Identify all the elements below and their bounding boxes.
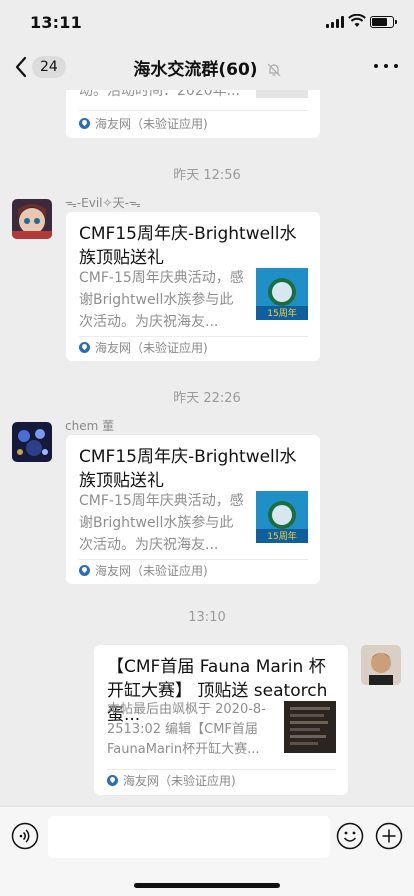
card-source-label: 海友网（未验证应用) [95, 564, 208, 578]
avatar[interactable] [12, 422, 52, 462]
thumb-text: 15周年 [267, 307, 296, 319]
bell-slash-icon [267, 63, 281, 77]
chat-title[interactable]: 海水交流群(60) [133, 60, 257, 80]
wifi-icon [348, 14, 366, 27]
app-source-icon [79, 342, 90, 353]
card-thumbnail: 15周年 [256, 268, 308, 320]
link-card[interactable]: CMF15周年庆-Brightwell水族顶贴送礼 CMF-15周年庆典活动，感… [66, 435, 320, 584]
message-input[interactable] [48, 816, 330, 858]
card-thumbnail [256, 90, 308, 98]
card-divider [107, 769, 336, 770]
input-bar [0, 806, 414, 896]
card-divider [79, 110, 308, 111]
home-indicator [134, 883, 280, 888]
chat-area[interactable]: 动。活动时间：2020年... 海友网（未验证应用) 昨天 12:56 ᯓ-Ev… [0, 90, 414, 806]
plus-icon[interactable] [375, 822, 403, 850]
battery-icon [370, 16, 397, 28]
app-source-icon [79, 565, 90, 576]
card-source: 海友网（未验证应用) [107, 771, 336, 791]
card-thumbnail [284, 701, 336, 753]
card-source-label: 海友网（未验证应用) [95, 117, 208, 131]
more-dots-icon[interactable] [374, 64, 398, 70]
link-card[interactable]: CMF15周年庆-Brightwell水族顶贴送礼 CMF-15周年庆典活动，感… [66, 212, 320, 361]
chat-title-wrap: 海水交流群(60) [0, 55, 414, 80]
timestamp: 昨天 22:26 [173, 391, 241, 406]
card-description: 动。活动时间：2020年... [79, 90, 240, 99]
cellular-signal-icon [326, 16, 346, 28]
nav-bar: 24 海水交流群(60) [0, 44, 414, 90]
card-title: CMF15周年庆-Brightwell水族顶贴送礼 [79, 447, 297, 491]
sender-name: chem 董 [65, 419, 115, 433]
card-source: 海友网（未验证应用) [79, 561, 308, 581]
thumb-text: 15周年 [267, 530, 296, 542]
voice-icon[interactable] [11, 822, 39, 850]
avatar[interactable] [361, 645, 401, 685]
sender-name: ᯓ-Evil✧天-ᯓ [65, 196, 141, 210]
status-time: 13:11 [30, 13, 82, 32]
card-source: 海友网（未验证应用) [79, 114, 308, 134]
card-divider [79, 336, 308, 337]
timestamp: 昨天 12:56 [173, 168, 241, 183]
card-title: CMF15周年庆-Brightwell水族顶贴送礼 [79, 224, 297, 268]
card-source-label: 海友网（未验证应用) [123, 774, 236, 788]
emoji-icon[interactable] [336, 822, 364, 850]
card-divider [79, 559, 308, 560]
card-source-label: 海友网（未验证应用) [95, 341, 208, 355]
timestamp: 13:10 [188, 610, 226, 625]
app-source-icon [107, 775, 118, 786]
app-source-icon [79, 118, 90, 129]
card-thumbnail: 15周年 [256, 491, 308, 543]
card-description: 本帖最后由飒枫于 2020-8-2513:02 编辑【CMF首届FaunaMar… [107, 702, 266, 757]
link-card[interactable]: 【CMF首届 Fauna Marin 杯开缸大赛】 顶贴送 seatorch 蛋… [94, 645, 348, 795]
card-description: CMF-15周年庆典活动，感谢Brightwell水族参与此次活动。为庆祝海友.… [79, 493, 244, 553]
card-source: 海友网（未验证应用) [79, 338, 308, 358]
avatar[interactable] [12, 199, 52, 239]
status-bar: 13:11 [0, 0, 414, 44]
card-description: CMF-15周年庆典活动，感谢Brightwell水族参与此次活动。为庆祝海友.… [79, 270, 244, 330]
link-card-partial[interactable]: 动。活动时间：2020年... 海友网（未验证应用) [66, 90, 320, 138]
